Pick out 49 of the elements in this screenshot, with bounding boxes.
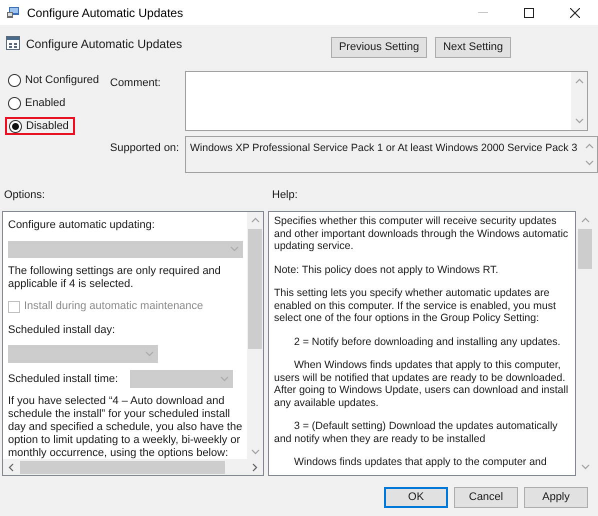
horizontal-scrollbar[interactable] — [3, 459, 263, 475]
policy-icon — [6, 36, 20, 50]
scroll-up-icon — [580, 217, 590, 223]
comment-label: Comment: — [110, 76, 162, 91]
option-description: If you have selected “4 – Auto download and schedule the install” for your scheduled install day and specified a schedule, you also have the option to limit updating to a weekly, bi-weekly or monthly occurrence, using the options below: — [8, 395, 243, 460]
option-description: The following settings are only required and applicable if 4 is selected. — [8, 265, 222, 292]
minimize-icon — [478, 12, 488, 13]
scroll-up-icon — [584, 143, 594, 149]
options-label: Options: — [4, 188, 46, 203]
help-paragraph: 3 = (Default setting) Download the updates automatically and notify when they are ready to be installed — [274, 420, 559, 445]
scroll-down-icon — [574, 118, 584, 124]
dialog-button[interactable]: Cancel — [454, 487, 518, 508]
scroll-up-icon — [250, 217, 260, 223]
radio-option[interactable]: Enabled — [5, 94, 70, 112]
close-icon — [570, 8, 580, 18]
comment-field[interactable] — [185, 71, 588, 131]
dialog-button[interactable]: Apply — [524, 487, 588, 508]
supported-on-label: Supported on: — [110, 141, 180, 156]
scroll-up-icon — [574, 78, 584, 84]
scrollbar-thumb[interactable] — [578, 229, 592, 269]
scroll-left-icon — [8, 462, 14, 472]
radio-option[interactable]: Disabled — [5, 117, 75, 135]
help-paragraph: Note: This policy does not apply to Windows RT. — [274, 264, 500, 276]
caret-icon — [145, 351, 154, 358]
radio-option[interactable]: Not Configured — [5, 71, 104, 89]
nav-button[interactable]: Previous Setting — [330, 37, 428, 58]
window-title: Configure Automatic Updates — [27, 4, 184, 22]
caret-icon — [220, 376, 230, 382]
supported-text: Windows XP Professional Service Pack 1 or At least Windows 2000 Service Pack 3 — [190, 142, 578, 154]
app-icon — [6, 6, 20, 19]
scroll-down-icon — [580, 464, 590, 470]
caret-icon — [230, 246, 239, 252]
help-paragraph: Specifies whether this computer will receive security updates and other important downloads through the Windows automatic updating service. — [274, 215, 570, 252]
help-paragraph: When Windows finds updates that apply to this computer, users will be notified that updates are ready to be downloaded. After going to Windows Update, users can download and install any available updates. — [274, 359, 570, 409]
help-paragraph: Windows finds updates that apply to the computer and — [293, 456, 548, 468]
maximize-icon — [524, 8, 534, 18]
option-label: Scheduled install day: — [8, 322, 116, 338]
help-label: Help: — [272, 188, 298, 203]
option-label: Scheduled install time: — [8, 372, 118, 387]
scroll-right-icon — [252, 462, 258, 472]
scrollbar-thumb[interactable] — [248, 229, 262, 349]
scroll-down-icon — [250, 449, 260, 455]
option-label: Configure automatic updating: — [8, 218, 156, 233]
help-paragraph: This setting lets you specify whether automatic updates are enabled on this computer. If the service is enabled, you must select one of the four options in the Group Policy Setting: — [274, 287, 557, 324]
scroll-down-icon — [584, 160, 594, 166]
help-paragraph: 2 = Notify before downloading and installing any updates. — [293, 336, 562, 348]
dialog-button[interactable]: OK — [384, 487, 448, 508]
nav-button[interactable]: Next Setting — [435, 37, 511, 58]
setting-title: Configure Automatic Updates — [26, 36, 182, 53]
